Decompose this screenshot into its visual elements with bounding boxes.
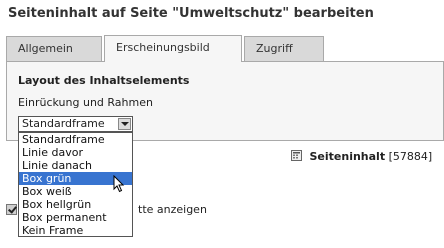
tab-erscheinungsbild[interactable]: Erscheinungsbild	[104, 35, 242, 62]
content-element-icon	[291, 150, 302, 161]
tab-zugriff[interactable]: Zugriff	[244, 36, 324, 61]
option-linie-danach[interactable]: Linie danach	[19, 159, 132, 172]
tab-label: Allgemein	[18, 42, 73, 55]
field-label: Einrückung und Rahmen	[18, 96, 153, 109]
frame-select[interactable]: Standardframe	[18, 116, 133, 132]
reference-title[interactable]: Seiteninhalt	[310, 150, 386, 163]
reference-id: [57884]	[388, 150, 433, 163]
option-box-permanent[interactable]: Box permanent	[19, 211, 132, 224]
page-title: Seiteninhalt auf Seite "Umweltschutz" be…	[8, 6, 374, 21]
section-heading: Layout des Inhaltselements	[18, 74, 190, 87]
chevron-down-icon[interactable]	[118, 118, 131, 130]
tab-label: Zugriff	[256, 42, 293, 55]
select-value: Standardframe	[22, 117, 105, 130]
tab-allgemein[interactable]: Allgemein	[6, 36, 102, 61]
content-reference: Seiteninhalt [57884]	[291, 150, 432, 163]
option-kein-frame[interactable]: Kein Frame	[19, 224, 132, 237]
visibility-checkbox[interactable]	[6, 204, 17, 215]
option-box-hellgruen[interactable]: Box hellgrün	[19, 198, 132, 211]
option-linie-davor[interactable]: Linie davor	[19, 146, 132, 159]
option-standardframe[interactable]: Standardframe	[19, 133, 132, 146]
tab-label: Erscheinungsbild	[116, 41, 210, 54]
checkbox-label: tte anzeigen	[138, 203, 207, 216]
mouse-cursor-icon	[113, 175, 125, 193]
